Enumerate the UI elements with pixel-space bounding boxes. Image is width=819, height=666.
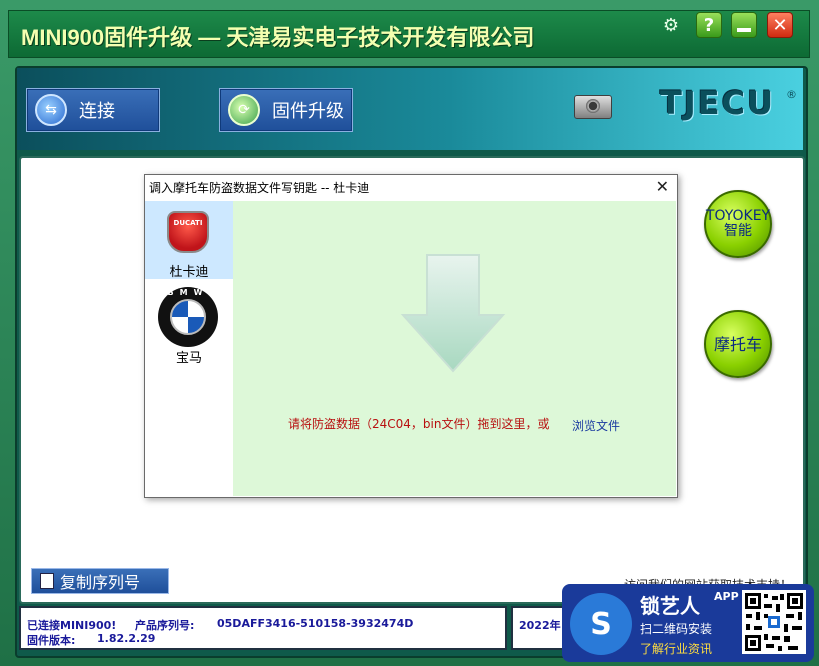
watermark-banner: S 锁艺人 APP 扫二维码安装 了解行业资讯 — [562, 584, 814, 662]
connect-button[interactable]: ⇆ 连接 — [26, 88, 160, 132]
watermark-app: APP — [714, 590, 739, 603]
title-bar: MINI900固件升级 — 天津易实电子技术开发有限公司 — [8, 10, 810, 58]
minimize-button[interactable] — [731, 12, 757, 38]
toyokey-smart-button[interactable]: TOYOKEY智能 — [704, 190, 772, 258]
firmware-upgrade-button[interactable]: ⟳ 固件升级 — [219, 88, 353, 132]
watermark-line2: 了解行业资讯 — [640, 642, 713, 656]
connection-status: 已连接MINI900! — [27, 619, 117, 632]
close-button[interactable]: ✕ — [767, 12, 793, 38]
drop-instruction: 请将防盗数据（24C04，bin文件）拖到这里，或 — [288, 417, 550, 431]
tjecu-logo: TJECU — [660, 84, 776, 122]
brand-list: DUCATI 杜卡迪 BMW 宝马 — [145, 201, 233, 497]
firmware-upgrade-label: 固件升级 — [272, 101, 344, 122]
help-button[interactable]: ? — [696, 12, 722, 38]
brand-item-bmw[interactable]: BMW 宝马 — [145, 281, 233, 366]
version-value: 1.82.2.29 — [97, 632, 156, 645]
watermark-line1: 扫二维码安装 — [640, 622, 713, 636]
watermark-brand: 锁艺人 — [640, 594, 700, 618]
brand-label-ducati: 杜卡迪 — [169, 265, 209, 280]
serial-label: 产品序列号: — [135, 619, 195, 632]
brand-item-ducati[interactable]: DUCATI 杜卡迪 — [145, 201, 233, 280]
file-drop-zone[interactable]: 请将防盗数据（24C04，bin文件）拖到这里，或 浏览文件 — [233, 201, 676, 496]
copy-serial-button[interactable]: 复制序列号 — [31, 568, 169, 594]
settings-gear-icon[interactable]: ⚙ — [660, 14, 682, 36]
refresh-icon: ⟳ — [228, 94, 260, 126]
registered-mark: ® — [786, 88, 797, 101]
connect-label: 连接 — [79, 101, 115, 122]
dialog-title: 调入摩托车防盗数据文件写钥匙 -- 杜卡迪 — [149, 181, 370, 195]
suoyiren-logo-icon: S — [570, 593, 632, 655]
copy-serial-label: 复制序列号 — [60, 573, 141, 592]
download-arrow-icon — [400, 254, 506, 373]
browse-file-link[interactable]: 浏览文件 — [572, 417, 620, 434]
brand-label-bmw: 宝马 — [175, 351, 202, 366]
minimize-icon — [737, 28, 751, 32]
import-data-dialog: 调入摩托车防盗数据文件写钥匙 -- 杜卡迪 ✕ DUCATI 杜卡迪 BMW 宝… — [144, 174, 678, 498]
status-bar: 已连接MINI900! 产品序列号: 05DAFF3416-510158-393… — [19, 606, 507, 650]
ducati-logo-icon: DUCATI — [167, 211, 209, 253]
camera-icon[interactable] — [574, 95, 612, 119]
window-title: MINI900固件升级 — 天津易实电子技术开发有限公司 — [21, 25, 535, 50]
bmw-logo-text: BMW — [167, 288, 209, 297]
bmw-logo-icon: BMW — [158, 287, 218, 347]
date-value: 2022年 — [519, 619, 561, 632]
serial-value: 05DAFF3416-510158-3932474D — [217, 617, 414, 630]
dialog-close-icon[interactable]: ✕ — [656, 177, 669, 196]
qr-code-icon — [742, 590, 806, 654]
motorcycle-button[interactable]: 摩托车 — [704, 310, 772, 378]
ducati-logo-text: DUCATI — [173, 219, 203, 227]
connect-icon: ⇆ — [35, 94, 67, 126]
version-label: 固件版本: — [27, 634, 76, 647]
copy-icon — [40, 573, 54, 589]
